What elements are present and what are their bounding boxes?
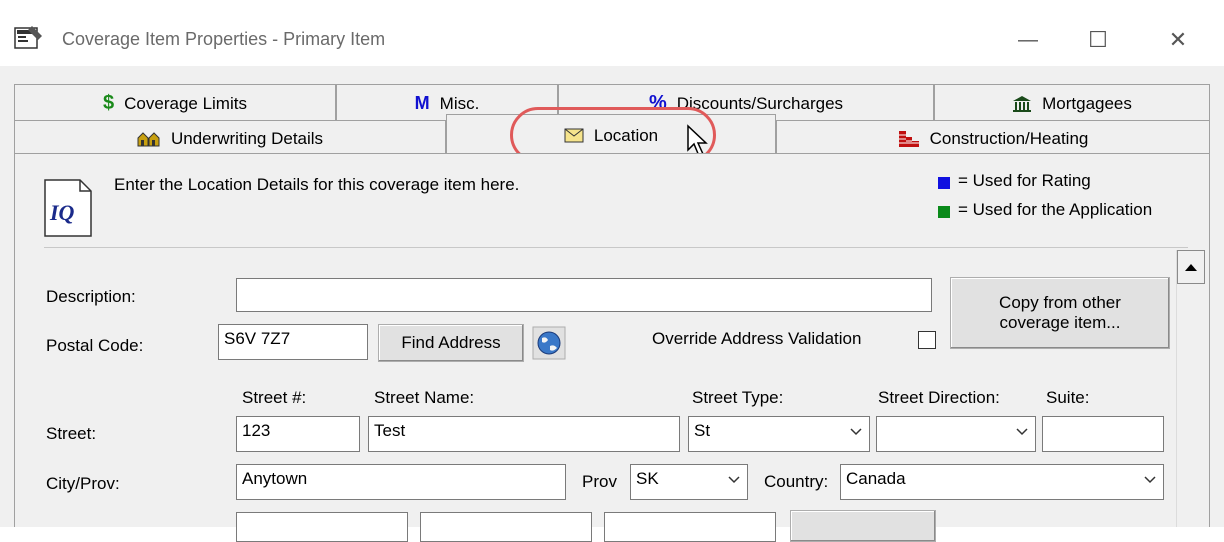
brick-wall-icon <box>898 130 920 148</box>
dollar-icon: $ <box>103 92 115 114</box>
background-window-strip <box>0 0 1224 14</box>
suite-field[interactable] <box>1042 416 1164 452</box>
street-number-field[interactable]: 123 <box>236 416 360 452</box>
application-legend-swatch <box>938 206 950 218</box>
scroll-up-arrow-icon <box>1185 264 1197 271</box>
chevron-down-icon <box>849 423 863 443</box>
description-field[interactable] <box>236 278 932 312</box>
address-extra-field-2[interactable] <box>420 512 592 542</box>
rating-legend-label: = Used for Rating <box>958 171 1091 190</box>
street-direction-select[interactable] <box>876 416 1036 452</box>
city-field[interactable]: Anytown <box>236 464 566 500</box>
province-value: SK <box>636 469 659 488</box>
close-button[interactable]: ✕ <box>1146 14 1210 66</box>
iq-logo-icon: IQ <box>42 178 94 238</box>
tab-label: Misc. <box>439 93 480 113</box>
tab-label: Mortgagees <box>1042 93 1132 113</box>
copy-from-other-item-button[interactable]: Copy from other coverage item... <box>950 277 1170 349</box>
application-legend-label: = Used for the Application <box>958 200 1153 219</box>
description-label: Description: <box>46 287 136 306</box>
tab-label: Underwriting Details <box>170 128 324 148</box>
rating-legend-swatch <box>938 177 950 189</box>
chevron-down-icon <box>1143 471 1157 491</box>
street-type-label: Street Type: <box>692 388 784 407</box>
tab-label: Construction/Heating <box>929 128 1089 148</box>
minimize-button[interactable]: — <box>996 14 1060 66</box>
partial-button[interactable] <box>790 510 936 542</box>
street-name-field[interactable]: Test <box>368 416 680 452</box>
find-address-button[interactable]: Find Address <box>378 324 524 362</box>
street-name-label: Street Name: <box>374 388 475 407</box>
bank-icon <box>1012 95 1032 113</box>
override-validation-checkbox[interactable] <box>918 331 936 349</box>
country-select[interactable]: Canada <box>840 464 1164 500</box>
postal-code-field[interactable]: S6V 7Z7 <box>218 324 368 360</box>
tab-construction-heating[interactable]: Construction/Heating <box>776 120 1210 156</box>
province-select[interactable]: SK <box>630 464 748 500</box>
chevron-down-icon <box>1015 423 1029 443</box>
address-extra-field-3[interactable] <box>604 512 776 542</box>
street-type-select[interactable]: St <box>688 416 870 452</box>
tab-underwriting-details[interactable]: Underwriting Details <box>14 120 446 156</box>
scroll-up-button[interactable] <box>1177 250 1205 284</box>
separator <box>44 247 1188 248</box>
properties-window-icon <box>14 24 44 52</box>
prov-label: Prov <box>582 472 617 491</box>
city-prov-label: City/Prov: <box>46 474 120 493</box>
vertical-scrollbar[interactable] <box>1176 250 1205 527</box>
houses-icon <box>137 131 161 147</box>
country-label: Country: <box>764 472 829 491</box>
window-title: Coverage Item Properties - Primary Item <box>62 29 386 49</box>
street-number-label: Street #: <box>242 388 307 407</box>
street-direction-label: Street Direction: <box>878 388 1000 407</box>
tab-coverage-limits[interactable]: $ Coverage Limits <box>14 84 336 122</box>
misc-m-icon: M <box>414 93 430 113</box>
override-validation-label: Override Address Validation <box>652 329 862 348</box>
iq-logo-text: IQ <box>50 200 75 225</box>
postal-code-label: Postal Code: <box>46 336 144 355</box>
maximize-button[interactable]: ☐ <box>1066 14 1130 66</box>
chevron-down-icon <box>727 471 741 491</box>
globe-icon[interactable] <box>532 326 566 360</box>
street-label: Street: <box>46 424 97 443</box>
info-message: Enter the Location Details for this cove… <box>114 175 520 194</box>
tab-label: Coverage Limits <box>124 93 247 113</box>
street-type-value: St <box>694 421 711 440</box>
tab-mortgagees[interactable]: Mortgagees <box>934 84 1210 122</box>
address-extra-field-1[interactable] <box>236 512 408 542</box>
suite-label: Suite: <box>1046 388 1090 407</box>
country-value: Canada <box>846 469 906 488</box>
